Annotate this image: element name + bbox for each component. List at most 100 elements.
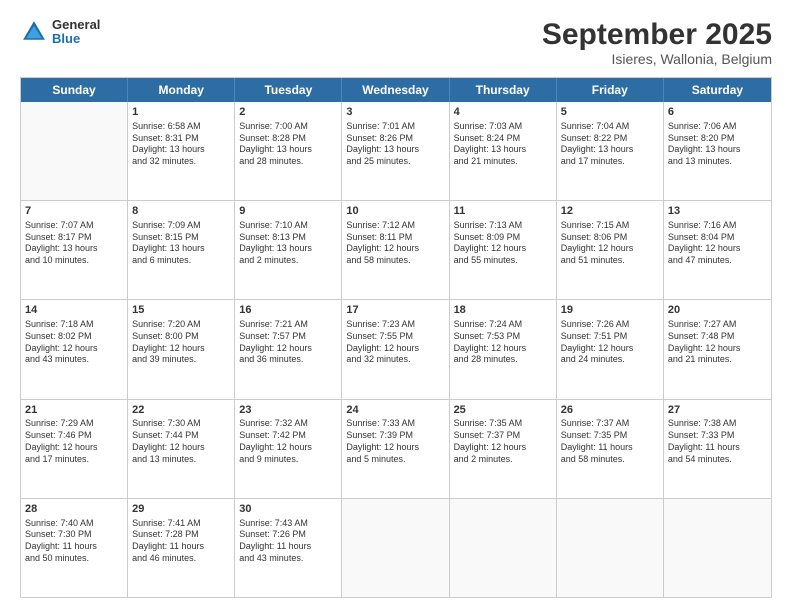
cell-line: Daylight: 11 hours xyxy=(132,541,230,553)
day-number: 19 xyxy=(561,303,659,318)
cal-cell-3-6: 27Sunrise: 7:38 AMSunset: 7:33 PMDayligh… xyxy=(664,400,771,498)
day-number: 22 xyxy=(132,403,230,418)
day-number: 1 xyxy=(132,105,230,120)
cell-line: Sunrise: 7:37 AM xyxy=(561,418,659,430)
week-row-2: 14Sunrise: 7:18 AMSunset: 8:02 PMDayligh… xyxy=(21,300,771,399)
cell-line: Sunset: 8:15 PM xyxy=(132,232,230,244)
cell-line: Sunset: 8:00 PM xyxy=(132,331,230,343)
cell-line: and 55 minutes. xyxy=(454,255,552,267)
cell-line: Sunrise: 7:26 AM xyxy=(561,319,659,331)
cell-line: Sunset: 8:11 PM xyxy=(346,232,444,244)
cal-cell-4-4 xyxy=(450,499,557,597)
cell-line: Daylight: 12 hours xyxy=(561,343,659,355)
cell-line: Sunset: 8:09 PM xyxy=(454,232,552,244)
day-number: 26 xyxy=(561,403,659,418)
cal-cell-1-3: 10Sunrise: 7:12 AMSunset: 8:11 PMDayligh… xyxy=(342,201,449,299)
calendar-header: SundayMondayTuesdayWednesdayThursdayFrid… xyxy=(21,78,771,102)
cal-cell-4-5 xyxy=(557,499,664,597)
cal-cell-0-1: 1Sunrise: 6:58 AMSunset: 8:31 PMDaylight… xyxy=(128,102,235,200)
cell-line: Sunrise: 7:03 AM xyxy=(454,121,552,133)
day-number: 8 xyxy=(132,204,230,219)
cal-cell-4-1: 29Sunrise: 7:41 AMSunset: 7:28 PMDayligh… xyxy=(128,499,235,597)
cell-line: and 28 minutes. xyxy=(454,354,552,366)
cell-line: Sunrise: 7:15 AM xyxy=(561,220,659,232)
cell-line: Daylight: 12 hours xyxy=(239,442,337,454)
cell-line: and 17 minutes. xyxy=(25,454,123,466)
cal-cell-1-4: 11Sunrise: 7:13 AMSunset: 8:09 PMDayligh… xyxy=(450,201,557,299)
cal-cell-2-6: 20Sunrise: 7:27 AMSunset: 7:48 PMDayligh… xyxy=(664,300,771,398)
cell-line: Daylight: 11 hours xyxy=(668,442,767,454)
cell-line: and 58 minutes. xyxy=(346,255,444,267)
day-number: 30 xyxy=(239,502,337,517)
day-number: 5 xyxy=(561,105,659,120)
day-number: 4 xyxy=(454,105,552,120)
cell-line: Sunrise: 7:12 AM xyxy=(346,220,444,232)
cal-cell-0-6: 6Sunrise: 7:06 AMSunset: 8:20 PMDaylight… xyxy=(664,102,771,200)
cell-line: Sunrise: 7:43 AM xyxy=(239,518,337,530)
cal-cell-1-1: 8Sunrise: 7:09 AMSunset: 8:15 PMDaylight… xyxy=(128,201,235,299)
cal-cell-2-5: 19Sunrise: 7:26 AMSunset: 7:51 PMDayligh… xyxy=(557,300,664,398)
cell-line: Sunset: 7:35 PM xyxy=(561,430,659,442)
cell-line: Daylight: 13 hours xyxy=(25,243,123,255)
cell-line: and 5 minutes. xyxy=(346,454,444,466)
cell-line: Sunset: 8:04 PM xyxy=(668,232,767,244)
cal-cell-2-3: 17Sunrise: 7:23 AMSunset: 7:55 PMDayligh… xyxy=(342,300,449,398)
logo-icon xyxy=(20,18,48,46)
cell-line: and 58 minutes. xyxy=(561,454,659,466)
cell-line: Sunset: 7:33 PM xyxy=(668,430,767,442)
cell-line: and 21 minutes. xyxy=(454,156,552,168)
cell-line: Sunset: 7:28 PM xyxy=(132,529,230,541)
title-block: September 2025 Isieres, Wallonia, Belgiu… xyxy=(542,18,772,67)
header-day-thursday: Thursday xyxy=(450,78,557,102)
header-day-monday: Monday xyxy=(128,78,235,102)
day-number: 3 xyxy=(346,105,444,120)
cell-line: and 24 minutes. xyxy=(561,354,659,366)
day-number: 9 xyxy=(239,204,337,219)
cell-line: Sunset: 7:42 PM xyxy=(239,430,337,442)
cell-line: Sunrise: 7:06 AM xyxy=(668,121,767,133)
cell-line: Sunset: 8:26 PM xyxy=(346,133,444,145)
header-day-saturday: Saturday xyxy=(664,78,771,102)
cal-cell-2-1: 15Sunrise: 7:20 AMSunset: 8:00 PMDayligh… xyxy=(128,300,235,398)
day-number: 14 xyxy=(25,303,123,318)
cell-line: Daylight: 13 hours xyxy=(561,144,659,156)
cell-line: Sunset: 8:31 PM xyxy=(132,133,230,145)
cell-line: Sunrise: 7:29 AM xyxy=(25,418,123,430)
cell-line: Daylight: 12 hours xyxy=(454,243,552,255)
calendar-title: September 2025 xyxy=(542,18,772,51)
cell-line: Daylight: 12 hours xyxy=(25,343,123,355)
cell-line: Daylight: 12 hours xyxy=(25,442,123,454)
cell-line: Sunset: 7:55 PM xyxy=(346,331,444,343)
cell-line: and 2 minutes. xyxy=(239,255,337,267)
cell-line: Daylight: 11 hours xyxy=(25,541,123,553)
cell-line: and 51 minutes. xyxy=(561,255,659,267)
cell-line: and 32 minutes. xyxy=(346,354,444,366)
cell-line: Sunrise: 7:38 AM xyxy=(668,418,767,430)
cell-line: Sunrise: 7:00 AM xyxy=(239,121,337,133)
cell-line: and 54 minutes. xyxy=(668,454,767,466)
cell-line: Sunrise: 7:18 AM xyxy=(25,319,123,331)
cell-line: Sunset: 8:06 PM xyxy=(561,232,659,244)
day-number: 18 xyxy=(454,303,552,318)
cell-line: Sunset: 8:02 PM xyxy=(25,331,123,343)
day-number: 12 xyxy=(561,204,659,219)
day-number: 11 xyxy=(454,204,552,219)
cell-line: and 2 minutes. xyxy=(454,454,552,466)
cal-cell-4-6 xyxy=(664,499,771,597)
cell-line: Sunrise: 7:35 AM xyxy=(454,418,552,430)
cell-line: Daylight: 13 hours xyxy=(454,144,552,156)
cal-cell-1-2: 9Sunrise: 7:10 AMSunset: 8:13 PMDaylight… xyxy=(235,201,342,299)
cell-line: Daylight: 11 hours xyxy=(561,442,659,454)
cal-cell-0-2: 2Sunrise: 7:00 AMSunset: 8:28 PMDaylight… xyxy=(235,102,342,200)
cell-line: Sunrise: 7:13 AM xyxy=(454,220,552,232)
cell-line: and 21 minutes. xyxy=(668,354,767,366)
cell-line: Sunrise: 7:41 AM xyxy=(132,518,230,530)
page: General Blue September 2025 Isieres, Wal… xyxy=(0,0,792,612)
cell-line: and 43 minutes. xyxy=(25,354,123,366)
cal-cell-0-3: 3Sunrise: 7:01 AMSunset: 8:26 PMDaylight… xyxy=(342,102,449,200)
cell-line: Sunrise: 7:01 AM xyxy=(346,121,444,133)
cal-cell-0-5: 5Sunrise: 7:04 AMSunset: 8:22 PMDaylight… xyxy=(557,102,664,200)
week-row-4: 28Sunrise: 7:40 AMSunset: 7:30 PMDayligh… xyxy=(21,499,771,597)
cell-line: Daylight: 13 hours xyxy=(239,144,337,156)
cell-line: Sunrise: 7:33 AM xyxy=(346,418,444,430)
